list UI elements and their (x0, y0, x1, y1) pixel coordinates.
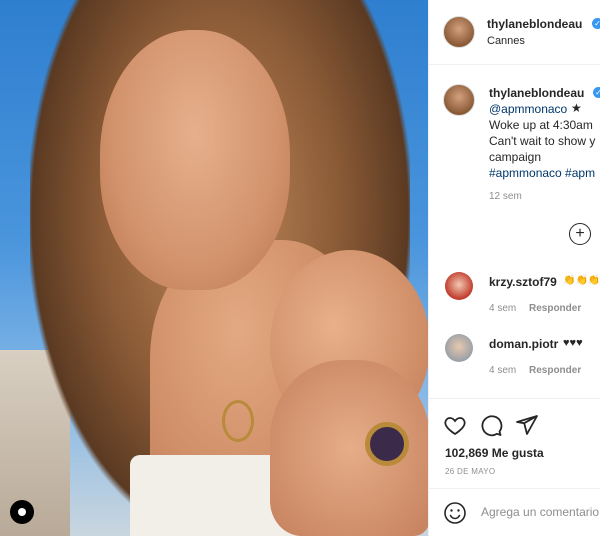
user-tag-icon[interactable] (10, 500, 34, 524)
post-photo[interactable] (0, 0, 428, 536)
smile-icon[interactable] (443, 501, 467, 525)
post-username[interactable]: thylaneblondeau (487, 17, 582, 31)
verified-badge-icon: ✓ (593, 87, 600, 98)
caption-avatar[interactable] (443, 84, 475, 116)
reply-button[interactable]: Responder (529, 303, 581, 314)
star-icon: ★ (571, 101, 582, 115)
comment-text: ♥♥♥ (563, 337, 583, 349)
caption-text-line: Woke up at 4:30am (489, 118, 593, 132)
caption-text-line: campaign (489, 150, 542, 164)
post-date[interactable]: 26 DE MAYO (445, 467, 495, 476)
comment-text: 👏👏👏 (563, 275, 600, 286)
share-icon[interactable] (515, 413, 539, 437)
post-location[interactable]: Cannes (487, 35, 525, 47)
necklace-pendant (222, 400, 254, 442)
comment-input[interactable]: Agrega un comentario (481, 505, 599, 519)
post-header: thylaneblondeau ✓ Cannes (429, 0, 600, 65)
heart-icon[interactable] (443, 413, 467, 437)
comment-username[interactable]: doman.piotr (489, 337, 558, 351)
add-comment-bar: Agrega un comentario (429, 488, 600, 537)
verified-badge-icon: ✓ (592, 18, 600, 29)
ring (365, 422, 409, 466)
caption-username[interactable]: thylaneblondeau (489, 86, 584, 100)
avatar[interactable] (445, 334, 473, 362)
comment-time[interactable]: 4 sem (489, 365, 516, 376)
post-side-panel: thylaneblondeau ✓ Cannes thylaneblondeau… (428, 0, 600, 536)
caption-mention[interactable]: @apmmonaco (489, 101, 567, 117)
face (100, 30, 290, 290)
comment-time[interactable]: 4 sem (489, 303, 516, 314)
like-count[interactable]: 102,869 Me gusta (445, 446, 544, 460)
avatar[interactable] (445, 272, 473, 300)
add-icon[interactable]: + (569, 223, 591, 245)
reply-button[interactable]: Responder (529, 365, 581, 376)
avatar[interactable] (443, 16, 475, 48)
comment-username[interactable]: krzy.sztof79 (489, 275, 557, 289)
comment-icon[interactable] (479, 413, 503, 437)
caption-text-line: Can't wait to show y (489, 134, 596, 148)
caption-time[interactable]: 12 sem (489, 191, 522, 202)
caption-hashtags[interactable]: #apmmonaco #apm (489, 165, 595, 181)
post-actions: 102,869 Me gusta 26 DE MAYO (429, 398, 600, 489)
